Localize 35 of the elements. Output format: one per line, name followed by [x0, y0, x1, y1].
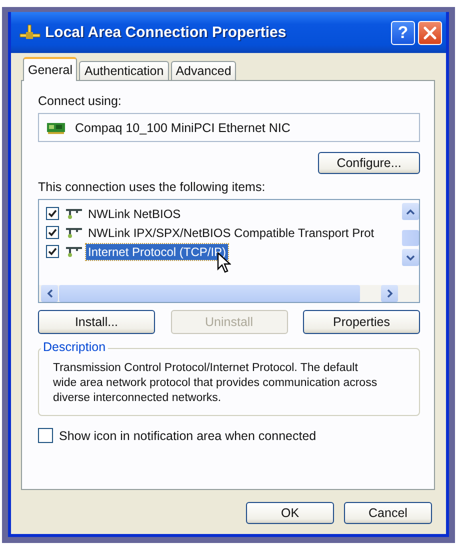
tab[interactable]: Authentication — [79, 61, 169, 80]
close-icon — [423, 26, 437, 40]
list-item[interactable]: NWLink NetBIOS — [86, 206, 183, 222]
action-button[interactable]: Install... — [38, 310, 155, 334]
dialog-button[interactable]: Cancel — [344, 502, 432, 524]
checkbox-label: Show icon in notification area when connected — [59, 428, 316, 442]
horizontal-scrollbar[interactable] — [39, 285, 419, 302]
protocol-icon — [65, 208, 83, 220]
checkbox[interactable] — [46, 226, 59, 239]
network-card-icon — [47, 122, 65, 134]
checkbox[interactable] — [46, 245, 59, 258]
chevron-right-icon — [386, 289, 392, 298]
window-title: Local Area Connection Properties — [45, 24, 286, 41]
help-button[interactable]: ? — [391, 20, 415, 44]
list-item[interactable]: Internet Protocol (TCP/IP) — [86, 244, 228, 260]
chevron-left-icon — [46, 289, 52, 298]
description-text: Transmission Control Protocol/Internet Protocol. The default wide area network protocol that provides communication across diverse interconnected networks. — [53, 361, 378, 406]
network-icon — [19, 24, 41, 42]
adapter-name: Compaq 10_100 MiniPCI Ethernet NIC — [75, 120, 290, 134]
group-title: Description — [41, 340, 108, 354]
protocol-icon — [65, 226, 83, 238]
close-button[interactable] — [418, 20, 442, 44]
chevron-down-icon — [406, 254, 415, 260]
checkbox[interactable] — [46, 207, 59, 220]
tab[interactable]: General — [23, 57, 78, 81]
section-label: This connection uses the following items: — [38, 180, 266, 194]
list-item[interactable]: NWLink IPX/SPX/NetBIOS Compatible Transport Prot — [86, 224, 376, 240]
checkbox[interactable] — [38, 428, 53, 443]
action-button[interactable]: Properties — [303, 310, 420, 334]
section-label: Connect using: — [38, 94, 122, 108]
protocol-icon — [65, 246, 83, 258]
dialog-button[interactable]: OK — [246, 502, 334, 524]
configure-button[interactable]: Configure... — [318, 152, 420, 174]
tab[interactable]: Advanced — [170, 61, 236, 80]
chevron-up-icon — [406, 208, 415, 214]
